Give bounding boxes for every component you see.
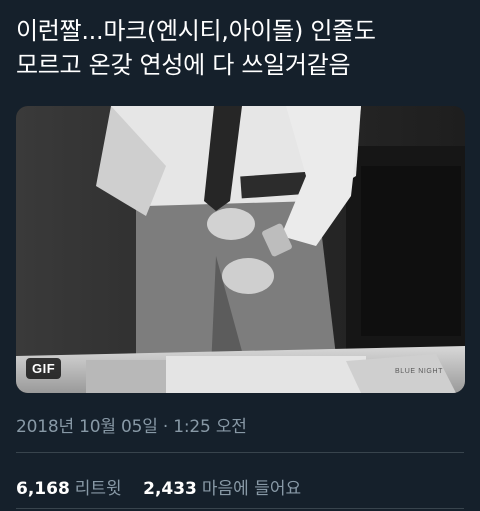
likes-stat[interactable]: 2,433 마음에 들어요 <box>143 474 301 499</box>
tweet-text: 이런짤...마크(엔시티,아이돌) 인줄도 모르고 온갖 연성에 다 쓰일거같음 <box>16 14 468 82</box>
gif-badge: GIF <box>26 358 62 379</box>
watermark-text: BLUE NIGHT <box>394 368 443 375</box>
tweet-text-line-2: 모르고 온갖 연성에 다 쓰일거같음 <box>16 51 351 79</box>
retweets-stat[interactable]: 6,168 리트윗 <box>16 474 122 499</box>
tweet-text-line-1: 이런짤...마크(엔시티,아이돌) 인줄도 <box>16 17 376 45</box>
tweet-timestamp[interactable]: 2018년 10월 05일 · 1:25 오전 <box>16 412 247 437</box>
gif-media[interactable]: GIF BLUE NIGHT <box>16 106 465 393</box>
retweets-count: 6,168 <box>16 479 70 499</box>
divider <box>16 508 464 509</box>
retweets-label: 리트윗 <box>74 479 122 499</box>
likes-label: 마음에 들어요 <box>201 479 302 499</box>
gif-frame-illustration <box>16 106 465 393</box>
likes-count: 2,433 <box>143 479 197 499</box>
tweet-stats: 6,168 리트윗 2,433 마음에 들어요 <box>16 474 317 499</box>
divider <box>16 452 464 453</box>
